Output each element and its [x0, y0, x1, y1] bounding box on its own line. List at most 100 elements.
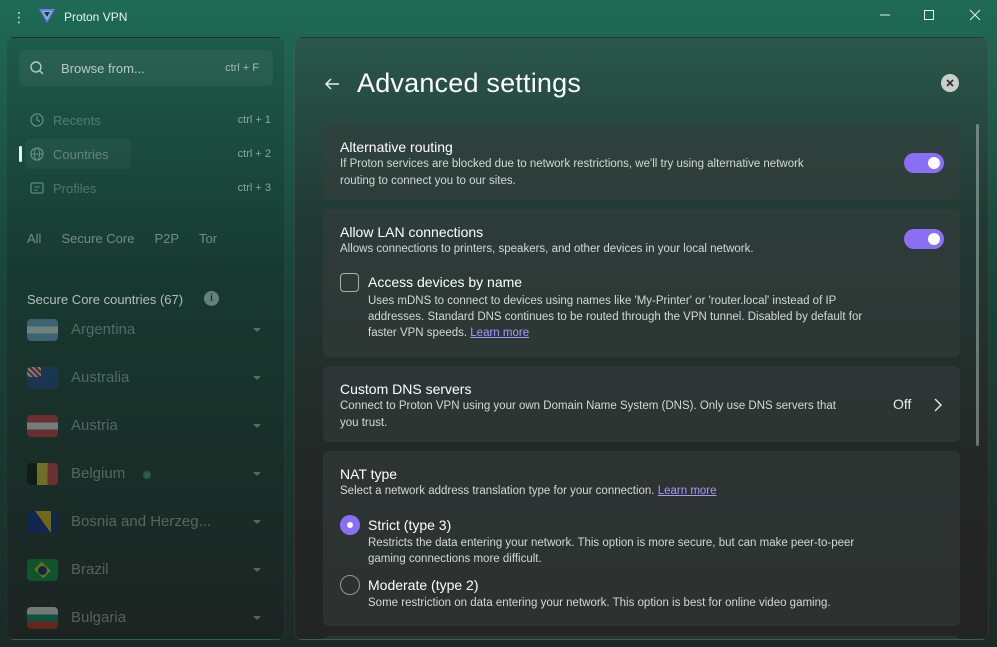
- app-title: Proton VPN: [64, 10, 128, 24]
- alternative-routing-desc-line2: routing to connect you to our sites.: [340, 175, 516, 187]
- sidebar-item-shortcut: ctrl + 3: [237, 182, 271, 194]
- filter-p2p[interactable]: P2P: [154, 231, 179, 246]
- close-icon: [969, 9, 981, 21]
- country-name: Brazil: [71, 561, 109, 578]
- learn-more-link[interactable]: Learn more: [470, 327, 529, 339]
- scrollbar[interactable]: [976, 124, 979, 446]
- brazil-flag-icon: [27, 559, 58, 581]
- nat-type-desc-line: Select a network address translation typ…: [340, 483, 717, 500]
- lan-connections-toggle[interactable]: [904, 229, 944, 249]
- info-icon[interactable]: i: [204, 291, 219, 306]
- search-input[interactable]: Browse from... ctrl + F: [19, 50, 273, 86]
- sidebar-item-label: Countries: [53, 147, 109, 162]
- chevron-down-icon[interactable]: [251, 420, 263, 432]
- more-menu-icon[interactable]: ⋮: [12, 9, 26, 25]
- strict-type3-desc-line1: Restricts the data entering your network…: [368, 537, 855, 549]
- country-item-australia[interactable]: Australia: [27, 364, 267, 394]
- alternative-routing-desc-line1: If Proton services are blocked due to ne…: [340, 158, 804, 170]
- nat-type-card: NAT type Select a network address transl…: [323, 451, 960, 626]
- nat-type-desc: Select a network address translation typ…: [340, 485, 655, 497]
- minimize-icon: [880, 14, 890, 16]
- search-placeholder: Browse from...: [61, 61, 145, 76]
- custom-dns-desc-line2: you trust.: [340, 417, 388, 429]
- nat-type-title: NAT type: [340, 466, 398, 482]
- country-item-brazil[interactable]: Brazil: [27, 556, 267, 586]
- profile-icon: [30, 182, 44, 194]
- chevron-right-icon[interactable]: [932, 397, 944, 413]
- sidebar-item-countries[interactable]: Countries ctrl + 2: [19, 139, 273, 169]
- chevron-down-icon[interactable]: [251, 324, 263, 336]
- nat-learn-more-link[interactable]: Learn more: [658, 485, 717, 497]
- country-name: Bosnia and Herzeg...: [71, 513, 212, 530]
- strict-type3-label: Strict (type 3): [368, 517, 452, 533]
- strict-type3-desc-line2: gaming connections more difficult.: [368, 553, 542, 565]
- sidebar-item-label: Recents: [53, 113, 101, 128]
- lan-connections-desc: Allows connections to printers, speakers…: [340, 243, 754, 255]
- maximize-button[interactable]: [914, 4, 944, 26]
- sidebar-item-label: Profiles: [53, 181, 97, 196]
- access-devices-desc-text: faster VPN speeds.: [368, 327, 468, 339]
- sidebar-item-recents[interactable]: Recents ctrl + 1: [19, 105, 273, 135]
- access-devices-desc-line3: faster VPN speeds. Learn more: [368, 325, 908, 342]
- country-item-austria[interactable]: Austria: [27, 412, 267, 442]
- lan-connections-title: Allow LAN connections: [340, 224, 484, 240]
- alternative-routing-title: Alternative routing: [340, 139, 453, 155]
- moderate-type2-desc: Some restriction on data entering your n…: [368, 597, 831, 609]
- page-title: Advanced settings: [357, 68, 582, 98]
- status-dot: [143, 471, 151, 479]
- close-window-button[interactable]: [960, 4, 990, 26]
- chevron-down-icon[interactable]: [251, 372, 263, 384]
- australia-flag-icon: [27, 367, 58, 389]
- filter-tabs: All Secure Core P2P Tor: [27, 231, 237, 246]
- custom-dns-desc-line1: Connect to Proton VPN using your own Dom…: [340, 400, 836, 412]
- filter-all[interactable]: All: [27, 231, 41, 246]
- sidebar: Browse from... ctrl + F Recents ctrl + 1…: [6, 37, 285, 640]
- custom-dns-title: Custom DNS servers: [340, 381, 472, 397]
- country-name: Austria: [71, 417, 118, 434]
- custom-dns-card[interactable]: Custom DNS servers Connect to Proton VPN…: [323, 366, 960, 442]
- close-icon: [946, 79, 954, 87]
- filter-tor[interactable]: Tor: [199, 231, 217, 246]
- chevron-down-icon[interactable]: [251, 612, 263, 624]
- argentina-flag-icon: [27, 319, 58, 341]
- access-devices-by-name-checkbox[interactable]: [340, 273, 359, 292]
- country-item-belgium[interactable]: Belgium: [27, 460, 267, 490]
- chevron-down-icon[interactable]: [251, 564, 263, 576]
- country-name: Belgium: [71, 465, 126, 482]
- country-name: Australia: [71, 369, 130, 386]
- country-name: Argentina: [71, 321, 136, 338]
- filter-secure-core[interactable]: Secure Core: [61, 231, 134, 246]
- sidebar-item-profiles[interactable]: Profiles ctrl + 3: [19, 173, 273, 203]
- access-devices-desc-line1: Uses mDNS to connect to devices using na…: [368, 295, 837, 307]
- alternative-routing-card: Alternative routing If Proton services a…: [323, 124, 960, 200]
- strict-type3-radio[interactable]: [340, 515, 360, 535]
- search-shortcut: ctrl + F: [225, 62, 259, 74]
- custom-dns-status: Off: [893, 396, 912, 412]
- country-item-bosnia[interactable]: Bosnia and Herzeg...: [27, 508, 267, 538]
- bosnia-flag-icon: [27, 511, 58, 533]
- close-panel-button[interactable]: [941, 74, 959, 92]
- moderate-type2-label: Moderate (type 2): [368, 577, 479, 593]
- chevron-down-icon[interactable]: [251, 468, 263, 480]
- bulgaria-flag-icon: [27, 607, 58, 629]
- section-heading: Secure Core countries (67): [27, 292, 184, 307]
- access-devices-by-name-title: Access devices by name: [368, 274, 523, 290]
- sidebar-item-shortcut: ctrl + 1: [237, 114, 271, 126]
- maximize-icon: [924, 10, 934, 20]
- search-icon: [30, 61, 44, 75]
- moderate-type2-radio[interactable]: [340, 575, 360, 595]
- back-arrow-icon[interactable]: [321, 74, 343, 94]
- title-bar: ⋮ Proton VPN: [0, 0, 997, 34]
- lan-connections-card: Allow LAN connections Allows connections…: [323, 209, 960, 357]
- toggle-knob: [928, 233, 940, 245]
- chevron-down-icon[interactable]: [251, 516, 263, 528]
- minimize-button[interactable]: [870, 4, 900, 26]
- next-card-edge: [323, 636, 960, 639]
- austria-flag-icon: [27, 415, 58, 437]
- proton-vpn-logo-icon: [39, 9, 55, 23]
- globe-icon: [30, 147, 44, 161]
- country-item-bulgaria[interactable]: Bulgaria: [27, 604, 267, 634]
- access-devices-desc-line2: addresses. Standard DNS continues to be …: [368, 311, 863, 323]
- country-item-argentina[interactable]: Argentina: [27, 316, 267, 346]
- alternative-routing-toggle[interactable]: [904, 153, 944, 173]
